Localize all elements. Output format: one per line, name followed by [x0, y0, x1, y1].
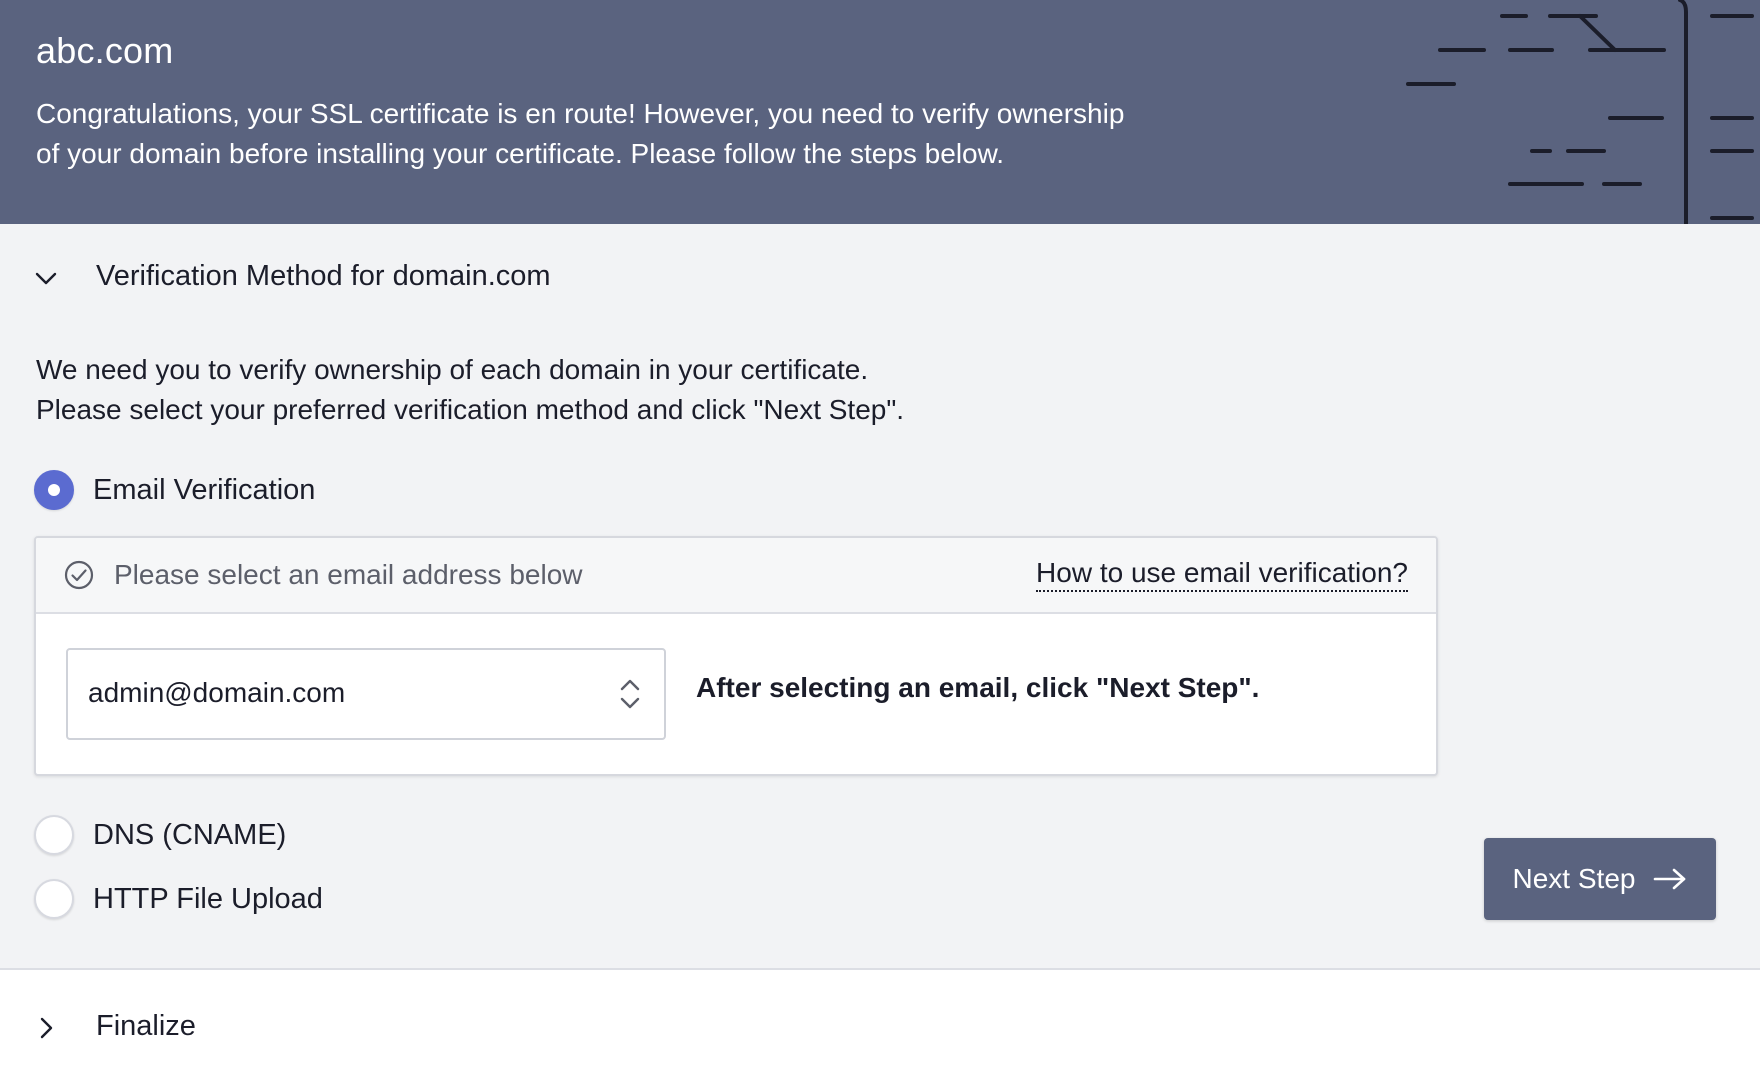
- header-message-line-2: of your domain before installing your ce…: [36, 138, 1005, 169]
- email-verification-radio[interactable]: [34, 470, 74, 510]
- verification-description-line-2: Please select your preferred verificatio…: [36, 394, 905, 425]
- email-verification-panel: Please select an email address below How…: [34, 536, 1438, 1002]
- method-option-email[interactable]: Email Verification: [34, 469, 315, 511]
- decorative-lines-pattern: [1406, 0, 1754, 224]
- chevron-right-icon: [40, 1017, 53, 1039]
- verification-method-section: Verification Method for domain.com We ne…: [0, 224, 1760, 970]
- email-select-hint: After selecting an email, click "Next St…: [696, 672, 1260, 703]
- domain-title: abc.com: [36, 30, 174, 71]
- email-prompt: Please select an email address below: [114, 559, 583, 590]
- email-verification-label: Email Verification: [93, 473, 316, 506]
- next-step-button[interactable]: Next Step: [1484, 838, 1716, 920]
- selected-email-value: admin@domain.com: [88, 677, 346, 708]
- email-verification-help-link[interactable]: How to use email verification?: [1036, 556, 1408, 592]
- http-file-upload-radio[interactable]: [34, 879, 74, 919]
- chevron-down-icon: [35, 272, 57, 285]
- verification-description: We need you to verify ownership of each …: [36, 350, 1136, 430]
- up-down-arrows-icon: [620, 679, 640, 709]
- email-panel-header: Please select an email address below How…: [36, 538, 1436, 614]
- certificate-header: abc.com Congratulations, your SSL certif…: [0, 0, 1760, 224]
- email-address-select[interactable]: admin@domain.com: [66, 648, 666, 740]
- dns-cname-label: DNS (CNAME): [93, 818, 287, 851]
- next-step-label: Next Step: [1512, 863, 1636, 894]
- arrow-right-icon: [1654, 868, 1686, 890]
- header-message: Congratulations, your SSL certificate is…: [36, 94, 1276, 174]
- email-panel-card: Please select an email address below How…: [34, 536, 1438, 776]
- method-option-http[interactable]: HTTP File Upload: [34, 878, 323, 920]
- verification-section-toggle[interactable]: Verification Method for domain.com: [0, 250, 900, 306]
- header-message-line-1: Congratulations, your SSL certificate is…: [36, 98, 1125, 129]
- check-circle-icon: [64, 560, 94, 590]
- finalize-section-title: Finalize: [96, 1010, 196, 1042]
- verification-description-line-1: We need you to verify ownership of each …: [36, 354, 869, 385]
- verification-section-title: Verification Method for domain.com: [96, 260, 551, 292]
- dns-cname-radio[interactable]: [34, 815, 74, 855]
- method-option-dns[interactable]: DNS (CNAME): [34, 814, 286, 856]
- finalize-section-toggle[interactable]: Finalize: [0, 970, 1760, 1080]
- http-file-upload-label: HTTP File Upload: [93, 882, 323, 915]
